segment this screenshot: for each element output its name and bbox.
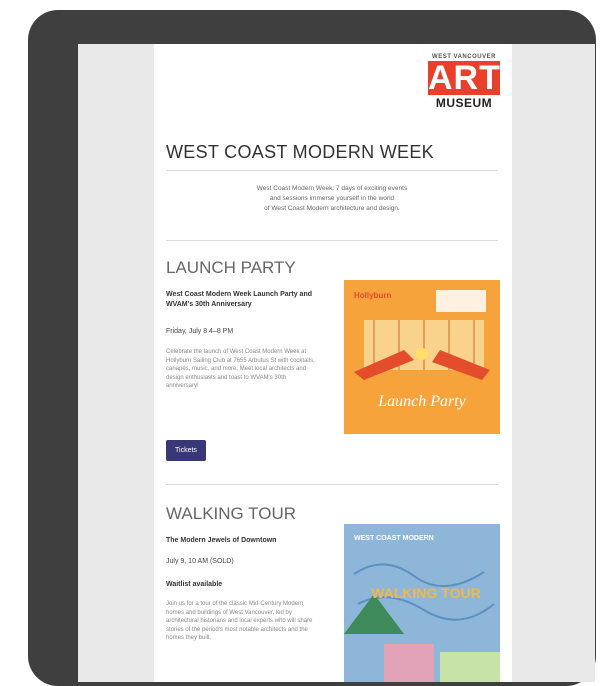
section-title-launch-party: LAUNCH PARTY	[166, 258, 296, 277]
walking-tour-poster[interactable]: WEST COAST MODERN WALKING TOUR	[344, 524, 500, 682]
poster-title: WALKING TOUR	[371, 585, 480, 601]
intro-line: and sessions immerse yourself in the wor…	[269, 195, 395, 202]
poster-title: Launch Party	[377, 393, 466, 410]
event-date: Friday, July 8 4–8 PM	[166, 328, 234, 335]
logo-art-text: ART	[428, 59, 501, 97]
event-title: The Modern Jewels of Downtown	[166, 537, 277, 544]
page-title: WEST COAST MODERN WEEK	[166, 142, 434, 162]
event-description: Join us for a tour of the classic Mid-Ce…	[166, 601, 313, 641]
poster-badge	[436, 290, 486, 312]
intro-text: West Coast Modern Week: 7 days of exciti…	[194, 184, 470, 214]
event-status: Waitlist available	[166, 581, 223, 588]
intro-line: of West Coast Modern architecture and de…	[264, 205, 400, 212]
poster-house	[440, 652, 500, 682]
device-frame: WEST VANCOUVER ART MUSEUM WEST COAST MOD…	[28, 10, 596, 686]
tickets-button[interactable]: Tickets	[166, 440, 206, 461]
poster-house	[384, 644, 434, 682]
section-title-walking-tour: WALKING TOUR	[166, 504, 297, 523]
poster-glass	[416, 348, 428, 360]
poster-brand: Hollyburn	[354, 291, 391, 300]
email-viewport[interactable]: WEST VANCOUVER ART MUSEUM WEST COAST MOD…	[78, 44, 595, 682]
divider	[166, 240, 498, 241]
event-description: Celebrate the launch of West Coast Moder…	[166, 349, 315, 389]
logo-museum-text: MUSEUM	[435, 96, 493, 110]
divider	[166, 170, 498, 171]
museum-logo[interactable]: WEST VANCOUVER ART MUSEUM	[428, 54, 500, 110]
launch-party-poster[interactable]: Hollyburn Launch Party	[344, 280, 500, 434]
intro-line: West Coast Modern Week: 7 days of exciti…	[256, 185, 408, 192]
email-body: WEST VANCOUVER ART MUSEUM WEST COAST MOD…	[154, 44, 512, 682]
event-date: July 9, 10 AM (SOLD)	[166, 558, 234, 565]
divider	[166, 484, 498, 485]
event-title: West Coast Modern Week Launch Party and …	[166, 291, 312, 308]
poster-brand: WEST COAST MODERN	[354, 535, 434, 542]
